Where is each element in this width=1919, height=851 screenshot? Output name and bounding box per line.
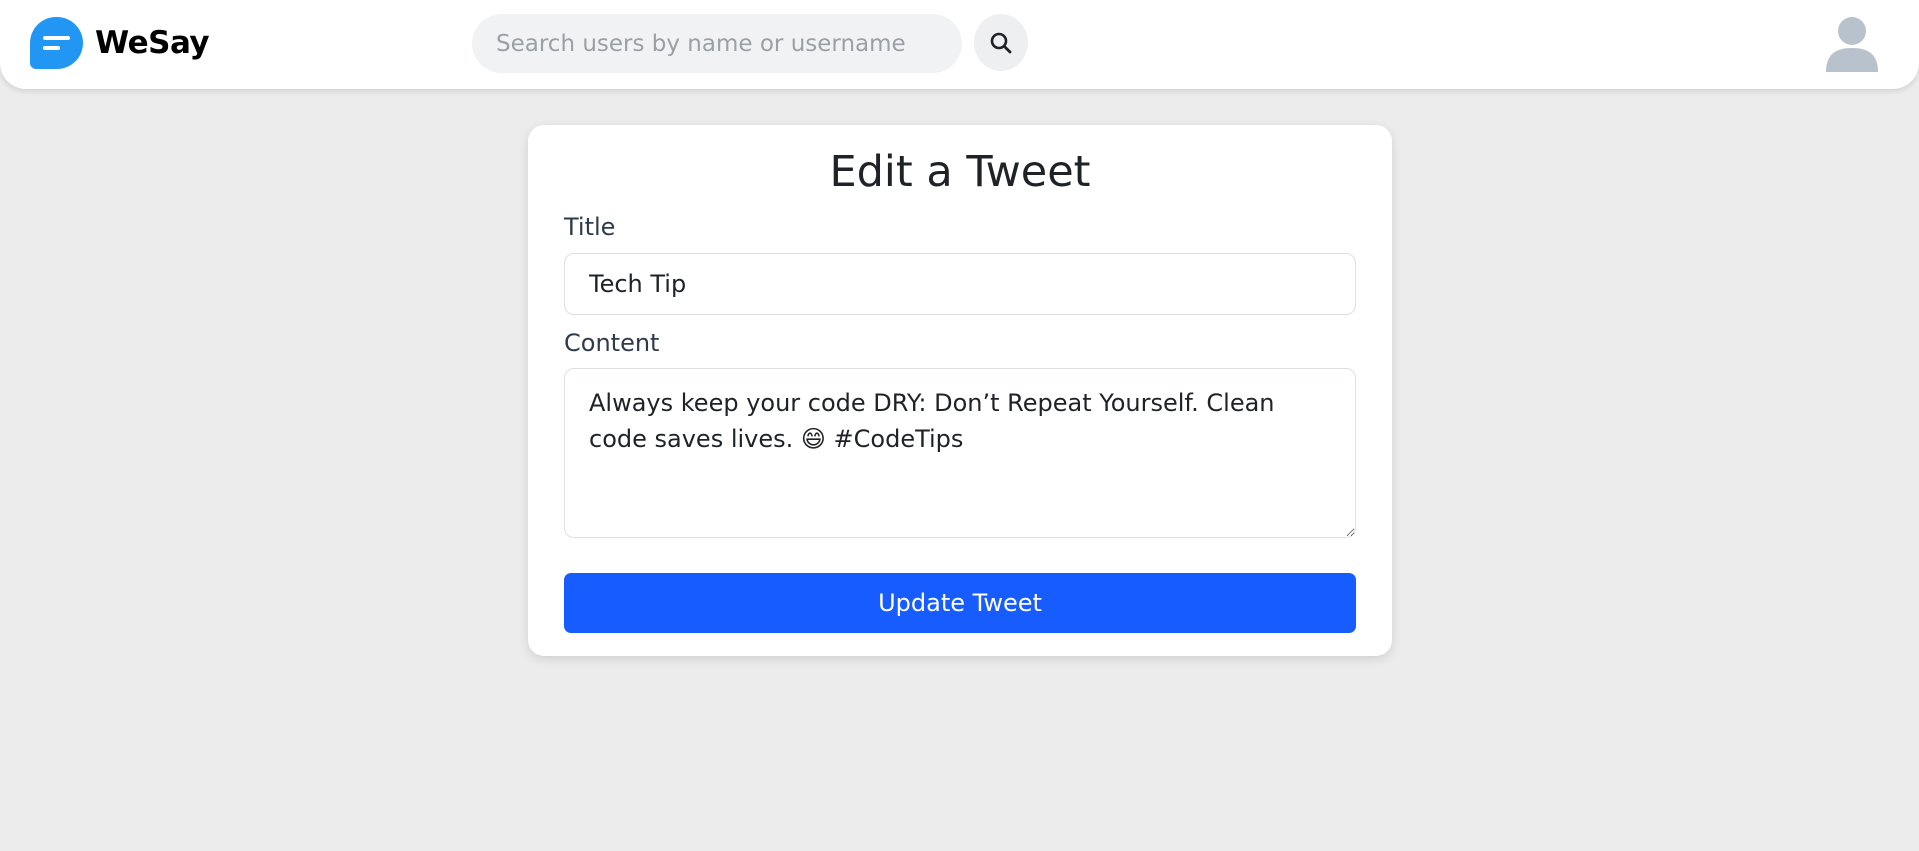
chat-bubble-icon <box>30 17 83 69</box>
navbar: WeSay <box>0 0 1919 89</box>
content-textarea[interactable]: Always keep your code DRY: Don’t Repeat … <box>564 368 1356 538</box>
user-avatar-icon[interactable] <box>1824 14 1880 72</box>
search-input[interactable] <box>472 14 962 73</box>
update-tweet-button[interactable]: Update Tweet <box>564 573 1356 633</box>
search-icon <box>990 32 1012 53</box>
brand-link[interactable]: WeSay <box>30 17 210 69</box>
brand-name: WeSay <box>95 25 210 61</box>
title-label: Title <box>564 213 616 241</box>
title-input[interactable] <box>564 253 1356 315</box>
edit-tweet-card: Edit a Tweet Title Content Always keep y… <box>528 125 1392 656</box>
content-label: Content <box>564 329 660 357</box>
page-title: Edit a Tweet <box>829 147 1091 197</box>
search-button[interactable] <box>974 14 1028 71</box>
